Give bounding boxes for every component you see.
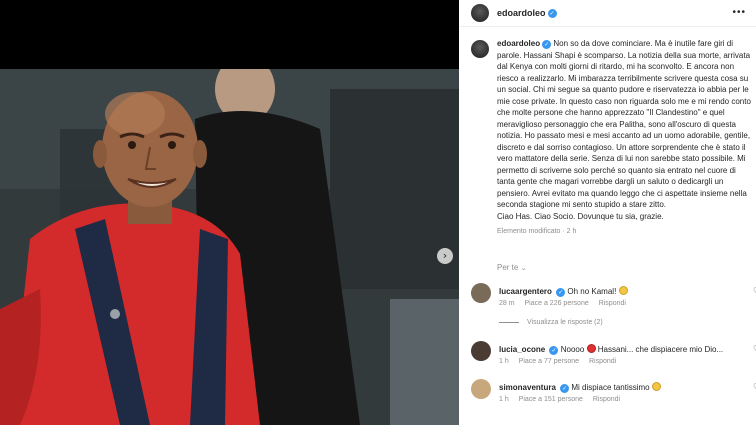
- comment-meta: 28 m Piace a 226 persone Rispondi: [499, 300, 634, 307]
- caption-body: Non so da dove cominciare. Ma è inutile …: [497, 39, 751, 209]
- post-caption: edoardoleo ✓ Non so da dove cominciare. M…: [471, 38, 754, 235]
- photo-illustration: [0, 69, 459, 425]
- reply-button[interactable]: Rispondi: [599, 300, 626, 307]
- verified-badge-icon: ✓: [542, 40, 552, 49]
- comment-text: Mi dispiace tantissimo: [571, 383, 650, 392]
- comment-time: 1 h: [499, 396, 509, 403]
- replies-divider: [499, 322, 519, 323]
- comment-meta: 1 h Piace a 77 persone Rispondi: [499, 358, 624, 365]
- view-replies-button[interactable]: Visualizza le risposte (2): [499, 319, 603, 326]
- reply-button[interactable]: Rispondi: [589, 358, 616, 365]
- comment-text-continued: Hassani... che dispiacere mio Dio...: [597, 345, 724, 354]
- verified-badge-icon: ✓: [556, 288, 566, 297]
- comment-likes[interactable]: Piace a 77 persone: [519, 358, 579, 365]
- commenter-avatar[interactable]: [471, 283, 491, 303]
- comment-line: lucaargentero ✓ Oh no Kamal!: [499, 286, 628, 297]
- verified-badge-icon: ✓: [549, 346, 559, 355]
- more-horizontal-icon[interactable]: •••: [732, 7, 746, 18]
- verified-badge-icon: ✓: [560, 384, 570, 393]
- chevron-down-icon: ⌄: [520, 264, 527, 272]
- sad-face-emoji-icon: [651, 382, 661, 391]
- chevron-right-icon: ›: [442, 249, 448, 262]
- comment-line: lucia_ocone ✓ Noooo Hassani... che dispi…: [499, 344, 723, 355]
- caption-text: edoardoleo ✓ Non so da dove cominciare. M…: [497, 38, 754, 222]
- post-media: ›: [0, 0, 459, 425]
- caption-ending: Ciao Has. Ciao Socio. Dovunque tu sia, g…: [497, 211, 664, 221]
- post-header: edoardoleo ✓ •••: [459, 0, 756, 27]
- post-photo: [0, 69, 459, 425]
- author-avatar[interactable]: [471, 4, 489, 22]
- comment-time: 1 h: [499, 358, 509, 365]
- caption-username[interactable]: edoardoleo: [497, 39, 540, 48]
- commenter-username[interactable]: lucaargentero: [499, 287, 552, 296]
- verified-badge-icon: ✓: [547, 8, 557, 18]
- comment-likes[interactable]: Piace a 151 persone: [519, 396, 583, 403]
- comment-meta: 1 h Piace a 151 persone Rispondi: [499, 396, 628, 403]
- comment-text: Oh no Kamal!: [567, 287, 617, 296]
- comment-line: simonaventura ✓ Mi dispiace tantissimo: [499, 382, 661, 393]
- for-you-separator[interactable]: Per te ⌄: [497, 263, 526, 272]
- commenter-username[interactable]: lucia_ocone: [499, 345, 545, 354]
- reply-button[interactable]: Rispondi: [593, 396, 620, 403]
- post-meta: Elemento modificato · 2 h: [497, 228, 577, 235]
- comment-text: Noooo: [560, 345, 585, 354]
- caption-avatar[interactable]: [471, 40, 489, 58]
- red-heart-emoji-icon: [586, 344, 596, 353]
- commenter-avatar[interactable]: [471, 341, 491, 361]
- comment-likes[interactable]: Piace a 226 persone: [525, 300, 589, 307]
- author-username[interactable]: edoardoleo: [497, 8, 546, 18]
- comment-time: 28 m: [499, 300, 515, 307]
- sad-face-emoji-icon: [618, 286, 628, 295]
- commenter-avatar[interactable]: [471, 379, 491, 399]
- next-media-button[interactable]: ›: [437, 248, 453, 264]
- commenter-username[interactable]: simonaventura: [499, 383, 556, 392]
